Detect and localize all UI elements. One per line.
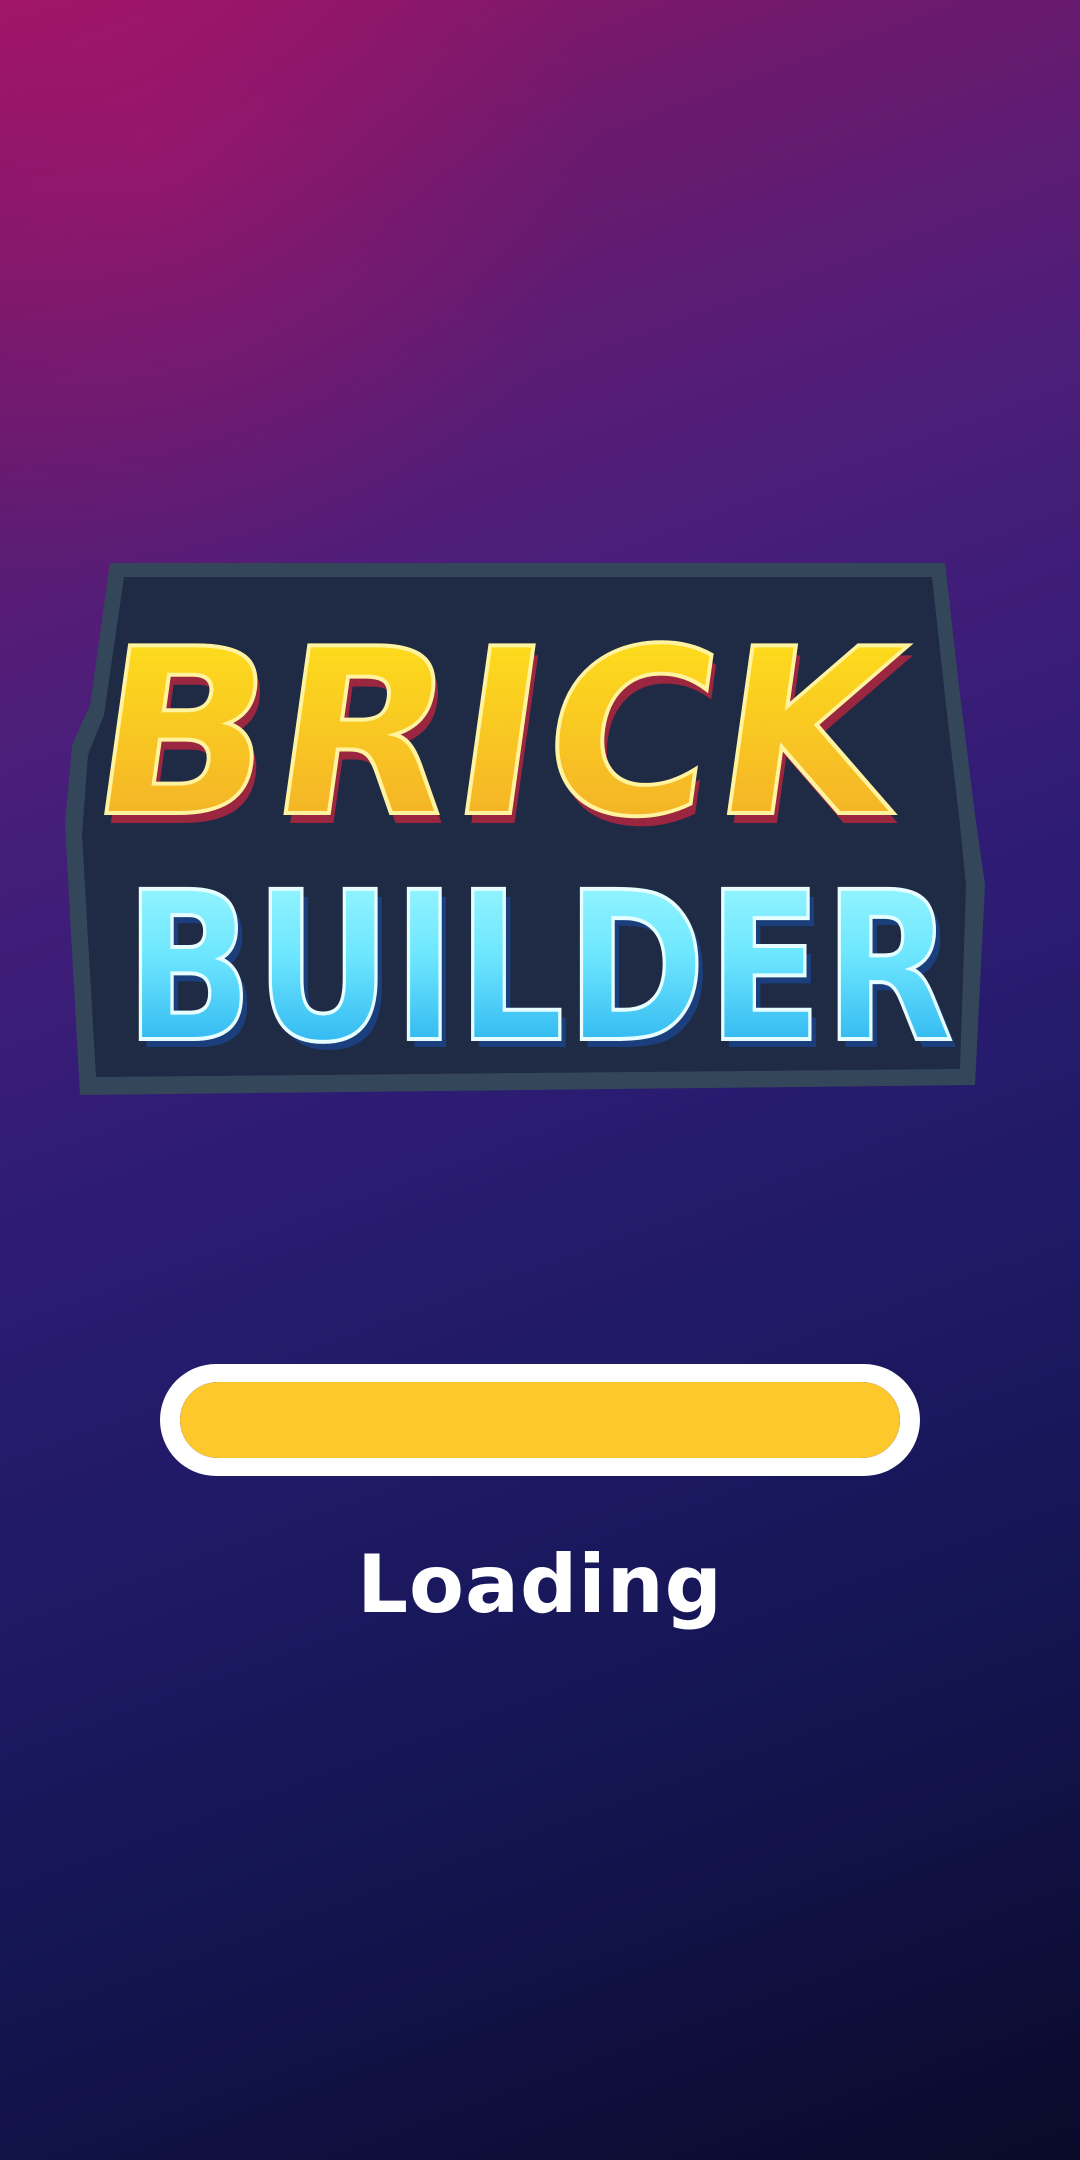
loading-progress-bar bbox=[160, 1364, 920, 1476]
splash-screen: BRICK BRICK BUILDER BUILDER Loading bbox=[0, 0, 1080, 2160]
game-logo: BRICK BRICK BUILDER BUILDER bbox=[60, 555, 1020, 1105]
logo-word-brick: BRICK bbox=[78, 599, 925, 868]
loading-label: Loading bbox=[357, 1538, 723, 1631]
loading-progress-track bbox=[180, 1382, 900, 1458]
background-glow bbox=[0, 0, 600, 600]
logo-word-builder: BUILDER bbox=[125, 848, 955, 1088]
loading-progress-fill bbox=[180, 1382, 900, 1458]
